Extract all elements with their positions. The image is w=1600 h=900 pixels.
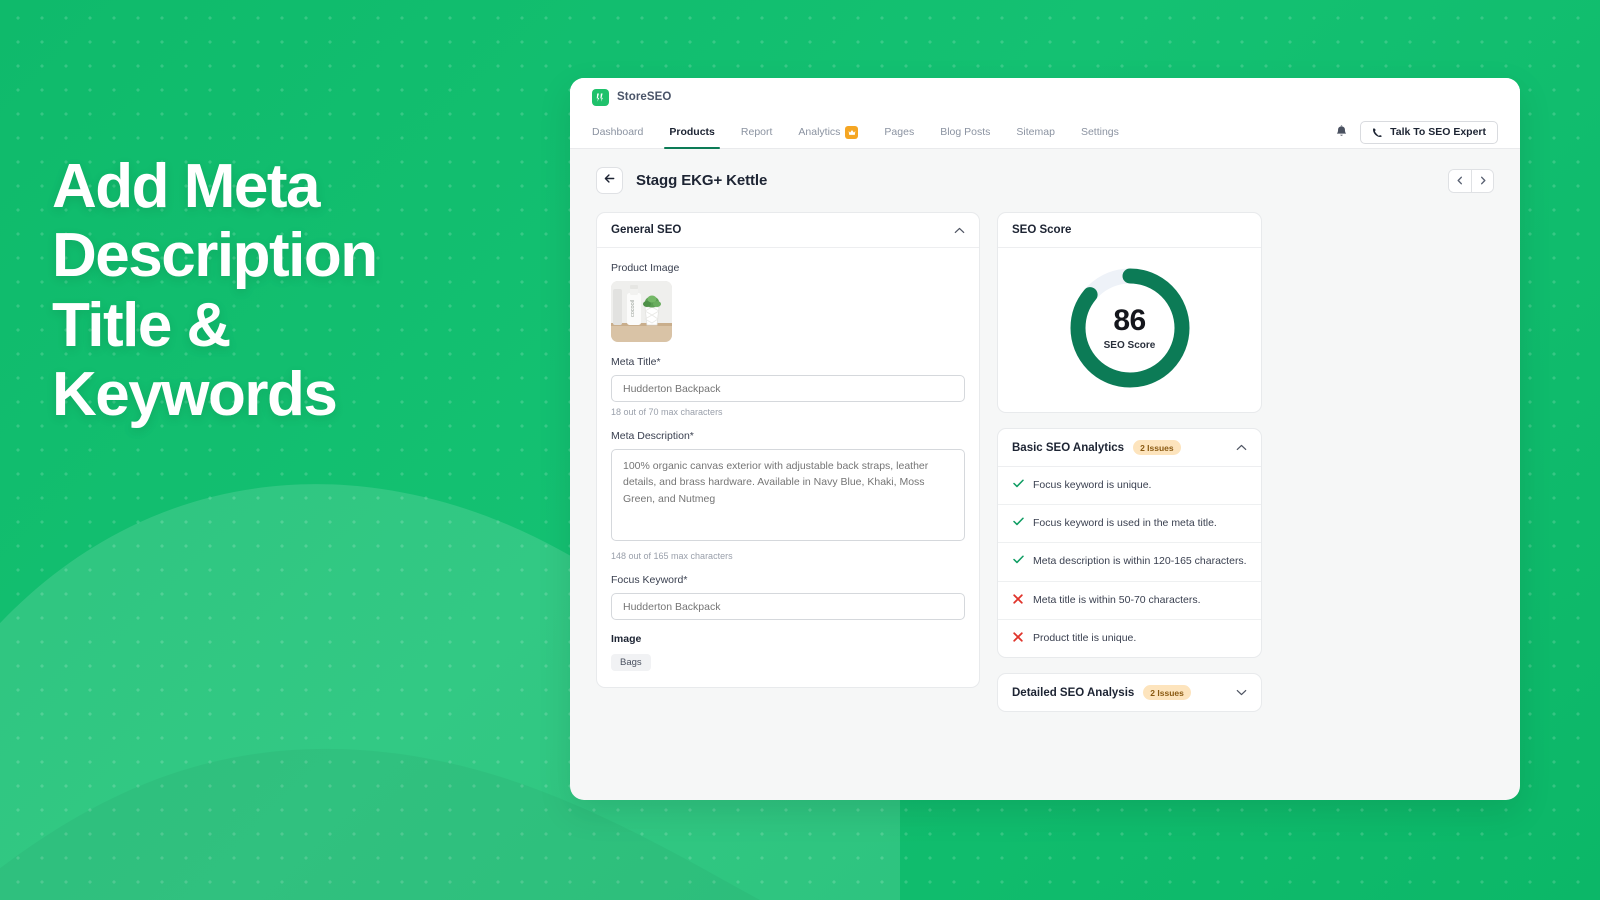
app-navbar: Dashboard Products Report Analytics Page… xyxy=(570,116,1520,149)
navbar-right-actions: Talk To SEO Expert xyxy=(1335,116,1498,148)
list-item: Product title is unique. xyxy=(998,620,1261,657)
meta-description-textarea[interactable] xyxy=(611,449,965,541)
meta-description-counter: 148 out of 165 max characters xyxy=(611,551,733,561)
app-topbar: StoreSEO xyxy=(570,78,1520,116)
nav-label: Products xyxy=(669,126,715,138)
nav-label: Sitemap xyxy=(1016,126,1055,138)
product-image-label: Product Image xyxy=(611,262,680,274)
meta-title-label: Meta Title* xyxy=(611,356,661,368)
seo-score-gauge: 86 SEO Score xyxy=(1066,264,1194,392)
basic-seo-issues-badge: 2 Issues xyxy=(1133,440,1181,455)
list-item-text: Meta title is within 50-70 characters. xyxy=(1033,593,1201,606)
talk-to-seo-expert-button[interactable]: Talk To SEO Expert xyxy=(1360,120,1498,144)
general-seo-card: General SEO Product Image cocooil Meta T… xyxy=(596,212,980,688)
seo-score-value: 86 xyxy=(1113,303,1146,337)
list-item: Focus keyword is unique. xyxy=(998,467,1261,506)
page-title: Stagg EKG+ Kettle xyxy=(636,172,768,189)
app-logo-text: StoreSEO xyxy=(617,91,672,103)
image-section-label: Image xyxy=(611,633,642,645)
left-column: General SEO Product Image cocooil Meta T… xyxy=(596,212,980,688)
expert-button-label: Talk To SEO Expert xyxy=(1390,126,1486,138)
list-item-text: Meta description is within 120-165 chara… xyxy=(1033,555,1247,568)
svg-text:cocooil: cocooil xyxy=(630,300,636,317)
list-item: Focus keyword is used in the meta title. xyxy=(998,505,1261,544)
product-pager xyxy=(1448,168,1494,193)
meta-description-label: Meta Description* xyxy=(611,430,694,442)
pager-prev-button[interactable] xyxy=(1449,169,1471,192)
back-button[interactable] xyxy=(596,167,623,194)
content-columns: General SEO Product Image cocooil Meta T… xyxy=(596,212,1494,713)
phone-icon xyxy=(1372,127,1383,138)
app-window: StoreSEO Dashboard Products Report Analy… xyxy=(570,78,1520,800)
nav-label: Dashboard xyxy=(592,126,644,138)
arrow-left-icon xyxy=(603,172,616,190)
promo-line-2: Description xyxy=(52,221,378,291)
meta-title-input[interactable] xyxy=(611,375,965,402)
image-tag-bags[interactable]: Bags xyxy=(611,654,651,671)
nav-item-report[interactable]: Report xyxy=(728,116,786,148)
pager-next-button[interactable] xyxy=(1471,169,1493,192)
basic-seo-analytics-list: Focus keyword is unique. Focus keyword i… xyxy=(998,467,1261,657)
check-icon xyxy=(1012,516,1024,526)
nav-label: Settings xyxy=(1080,126,1119,138)
list-item-text: Focus keyword is used in the meta title. xyxy=(1033,517,1217,530)
storeseo-logo-icon xyxy=(592,88,609,106)
check-icon xyxy=(1012,554,1024,564)
right-column: SEO Score 86 SEO Score Basic SEO Analyti… xyxy=(997,212,1262,713)
nav-item-sitemap[interactable]: Sitemap xyxy=(1003,116,1068,148)
nav-items: Dashboard Products Report Analytics Page… xyxy=(592,116,1132,149)
promo-line-4: Keywords xyxy=(52,360,338,430)
general-seo-title: General SEO xyxy=(611,224,682,236)
nav-label: Blog Posts xyxy=(940,126,991,138)
cross-icon xyxy=(1012,631,1024,642)
list-item-text: Product title is unique. xyxy=(1033,631,1137,644)
nav-item-analytics[interactable]: Analytics xyxy=(785,116,871,148)
chevron-right-icon xyxy=(1479,172,1487,190)
nav-label: Report xyxy=(740,126,773,138)
seo-score-caption: SEO Score xyxy=(1103,339,1156,351)
nav-label: Pages xyxy=(884,126,915,138)
nav-item-products[interactable]: Products xyxy=(656,116,728,149)
bell-icon[interactable] xyxy=(1335,125,1348,139)
general-seo-card-header[interactable]: General SEO xyxy=(597,213,979,248)
promo-headline: Add Meta Description Title & Keywords xyxy=(52,152,522,430)
basic-seo-analytics-card: Basic SEO Analytics 2 Issues Focus keywo… xyxy=(997,428,1262,659)
focus-keyword-input[interactable] xyxy=(611,593,965,620)
nav-item-pages[interactable]: Pages xyxy=(871,116,927,148)
chevron-up-icon[interactable] xyxy=(1236,444,1247,451)
chevron-up-icon[interactable] xyxy=(954,227,965,234)
chevron-down-icon[interactable] xyxy=(1236,689,1247,696)
detailed-seo-issues-badge: 2 Issues xyxy=(1143,685,1191,701)
detailed-seo-analysis-title: Detailed SEO Analysis xyxy=(1012,686,1135,699)
promo-line-1: Add Meta xyxy=(52,152,321,221)
promo-line-3: Title & xyxy=(52,290,231,360)
nav-item-settings[interactable]: Settings xyxy=(1068,116,1132,148)
detailed-seo-analysis-card: Detailed SEO Analysis 2 Issues xyxy=(997,673,1262,713)
nav-item-blog-posts[interactable]: Blog Posts xyxy=(927,116,1003,148)
nav-item-dashboard[interactable]: Dashboard xyxy=(592,116,656,148)
seo-score-body: 86 SEO Score xyxy=(998,248,1261,412)
check-icon xyxy=(1012,478,1024,488)
focus-keyword-label: Focus Keyword* xyxy=(611,574,688,586)
seo-score-center: 86 SEO Score xyxy=(1066,264,1194,392)
cross-icon xyxy=(1012,593,1024,604)
general-seo-card-body: Product Image cocooil Meta Title* Hudder… xyxy=(597,248,979,687)
product-image-thumbnail[interactable]: cocooil xyxy=(611,281,672,342)
chevron-left-icon xyxy=(1456,172,1464,190)
seo-score-title: SEO Score xyxy=(1012,224,1072,236)
list-item: Meta description is within 120-165 chara… xyxy=(998,543,1261,582)
detailed-seo-analysis-header[interactable]: Detailed SEO Analysis 2 Issues xyxy=(998,674,1261,711)
seo-score-card: SEO Score 86 SEO Score xyxy=(997,212,1262,413)
main-content: Stagg EKG+ Kettle General SEO Product Im… xyxy=(570,149,1520,800)
nav-label: Analytics xyxy=(798,126,841,138)
list-item-text: Focus keyword is unique. xyxy=(1033,479,1152,491)
basic-seo-analytics-title: Basic SEO Analytics xyxy=(1012,441,1125,454)
meta-title-counter: 18 out of 70 max characters xyxy=(611,407,723,417)
basic-seo-analytics-header[interactable]: Basic SEO Analytics 2 Issues xyxy=(998,429,1261,467)
list-item: Meta title is within 50-70 characters. xyxy=(998,582,1261,620)
page-header: Stagg EKG+ Kettle xyxy=(596,167,1494,194)
seo-score-card-header: SEO Score xyxy=(998,213,1261,248)
crown-icon xyxy=(845,125,859,139)
